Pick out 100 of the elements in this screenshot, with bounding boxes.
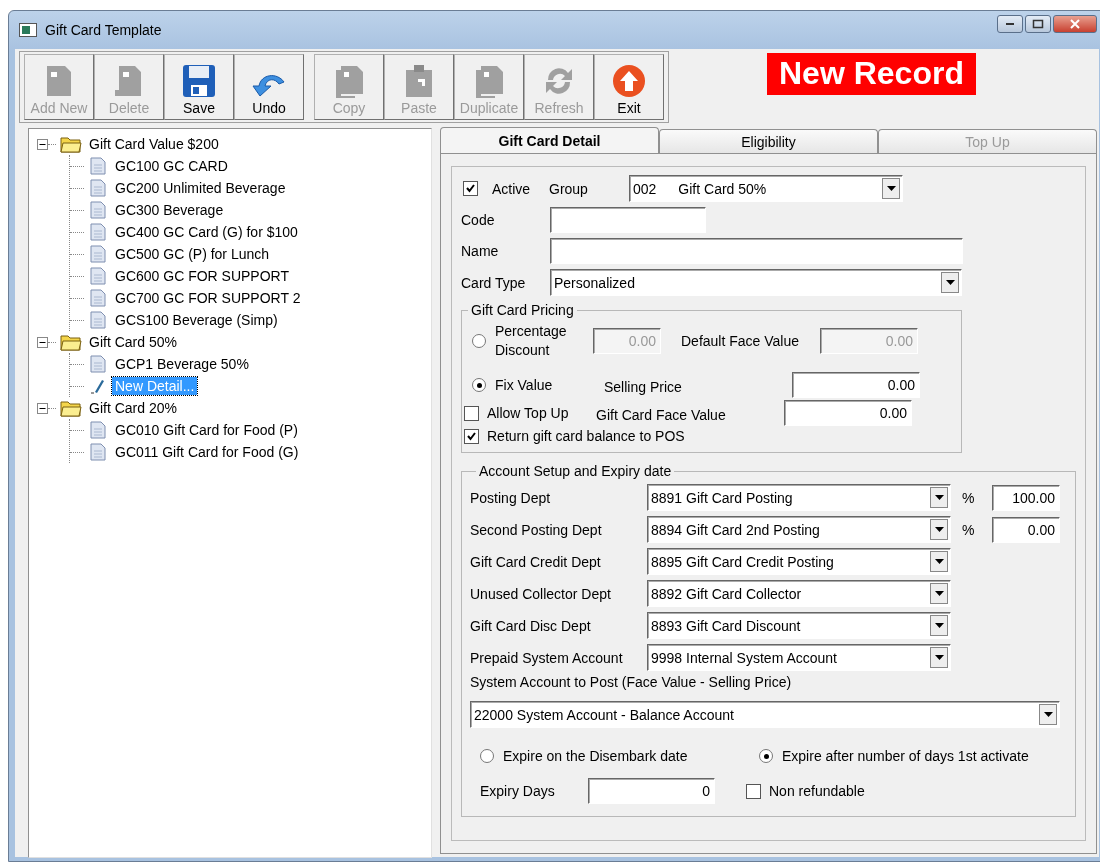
document-icon xyxy=(90,289,106,307)
tree-item[interactable]: GC700 GC FOR SUPPORT 2 xyxy=(112,289,304,307)
minimize-icon xyxy=(1005,22,1015,26)
checkbox-label: Active xyxy=(492,180,531,197)
folder-icon xyxy=(60,333,82,351)
checkbox-label: Non refundable xyxy=(769,783,865,799)
field-label: Second Posting Dept xyxy=(470,521,603,538)
document-icon xyxy=(90,355,106,373)
checkbox[interactable] xyxy=(463,181,478,196)
field-label: Gift Card Disc Dept xyxy=(470,617,592,634)
checkbox[interactable] xyxy=(464,428,479,444)
dept-dropdown[interactable]: 8893 Gift Card Discount xyxy=(647,612,951,639)
collapse-toggle-icon[interactable] xyxy=(37,402,48,414)
card-type-dropdown[interactable]: Personalized xyxy=(550,269,962,296)
dept-dropdown[interactable]: 8892 Gift Card Collector xyxy=(647,580,951,607)
percent-sign: % xyxy=(962,489,976,506)
tree-item[interactable]: GC010 Gift Card for Food (P) xyxy=(112,421,301,439)
maximize-button[interactable] xyxy=(1025,15,1051,33)
tree-item[interactable]: GC200 Unlimited Beverage xyxy=(112,179,289,197)
folder-icon xyxy=(60,399,82,417)
tree-item[interactable]: GC500 GC (P) for Lunch xyxy=(112,245,273,263)
toolbar-button[interactable]: Save xyxy=(164,54,234,120)
field-label: Name xyxy=(461,243,500,259)
field-label: Selling Price xyxy=(604,377,683,395)
percent-sign: % xyxy=(962,521,976,538)
collapse-toggle-icon[interactable] xyxy=(37,138,48,150)
checkbox[interactable] xyxy=(746,783,761,799)
tree-item[interactable]: GCP1 Beverage 50% xyxy=(112,355,252,373)
group-dropdown[interactable]: 002 Gift Card 50% xyxy=(629,175,903,202)
field-label: Expiry Days xyxy=(480,783,556,799)
document-icon xyxy=(90,311,106,329)
minimize-button[interactable] xyxy=(997,15,1023,33)
field-label: Code xyxy=(461,212,496,228)
radio-button[interactable] xyxy=(472,378,486,392)
system-account-dropdown[interactable]: 22000 System Account - Balance Account xyxy=(470,701,1060,728)
document-icon xyxy=(90,179,106,197)
dept-dropdown[interactable]: 8895 Gift Card Credit Posting xyxy=(647,548,951,575)
name-field[interactable] xyxy=(550,238,963,264)
radio-label: Fix Value xyxy=(495,377,554,393)
field-label: Card Type xyxy=(461,274,527,291)
close-button[interactable] xyxy=(1053,15,1097,33)
percent-field[interactable]: 100.00 xyxy=(992,484,1060,511)
group-box-title: Gift Card Pricing xyxy=(470,302,575,318)
dept-dropdown[interactable]: 9998 Internal System Account xyxy=(647,644,951,671)
tree-item[interactable]: GCS100 Beverage (Simp) xyxy=(112,311,281,329)
field-label: Group xyxy=(549,180,589,197)
document-icon xyxy=(90,267,106,285)
tree-item[interactable]: GC600 GC FOR SUPPORT xyxy=(112,267,292,285)
close-icon xyxy=(1069,19,1081,29)
percent-field[interactable]: 0.00 xyxy=(992,516,1060,543)
tree-item[interactable]: GC011 Gift Card for Food (G) xyxy=(112,443,302,461)
field-label: Default Face Value xyxy=(681,333,801,349)
tree-item[interactable]: GC300 Beverage xyxy=(112,201,227,219)
tree-group-label[interactable]: Gift Card Value $200 xyxy=(86,135,222,153)
expiry-days-field[interactable]: 0 xyxy=(588,778,715,804)
selling-price-field[interactable]: 0.00 xyxy=(792,372,920,398)
field-label: Posting Dept xyxy=(470,489,552,506)
field-label: Unused Collector Dept xyxy=(470,585,612,602)
tree-item[interactable]: GC100 GC CARD xyxy=(112,157,231,175)
pencil-icon xyxy=(90,377,106,395)
tree-group-label[interactable]: Gift Card 20% xyxy=(86,399,180,417)
radio-label: Expire on the Disembark date xyxy=(503,748,689,764)
maximize-icon xyxy=(1032,19,1044,29)
radio-label: Percentage Discount xyxy=(495,322,568,360)
document-icon xyxy=(90,157,106,175)
document-icon xyxy=(90,443,106,461)
radio-label: Expire after number of days 1st activate xyxy=(782,748,1029,764)
document-icon xyxy=(90,201,106,219)
toolbar-button[interactable]: Undo xyxy=(234,54,304,120)
field-label: Gift Card Credit Dept xyxy=(470,553,602,570)
checkbox[interactable] xyxy=(464,405,479,421)
field-label: Prepaid System Account xyxy=(470,649,624,666)
checkbox-label: Allow Top Up xyxy=(487,405,570,421)
document-icon xyxy=(90,421,106,439)
tab[interactable]: Gift Card Detail xyxy=(440,127,659,153)
clipboard-icon xyxy=(403,64,435,98)
checkbox-label: Return gift card balance to POS xyxy=(487,428,685,444)
exit-icon xyxy=(612,64,646,98)
document-icon xyxy=(90,245,106,263)
app-icon xyxy=(19,23,37,37)
field-label: System Account to Post (Face Value - Selling Price) xyxy=(470,674,792,690)
code-field[interactable] xyxy=(550,207,706,233)
collapse-toggle-icon[interactable] xyxy=(37,336,48,348)
tree-item[interactable]: GC400 GC Card (G) for $100 xyxy=(112,223,301,241)
dept-dropdown[interactable]: 8891 Gift Card Posting xyxy=(647,484,951,511)
radio-button[interactable] xyxy=(759,749,773,763)
copy-icon xyxy=(333,64,365,98)
radio-button[interactable] xyxy=(480,749,494,763)
window-title: Gift Card Template xyxy=(45,22,163,38)
copy-icon xyxy=(473,64,505,98)
new-record-banner: New Record xyxy=(767,53,976,95)
tree-group-label[interactable]: Gift Card 50% xyxy=(86,333,180,351)
toolbar-button[interactable]: Exit xyxy=(594,54,664,120)
face-value-field[interactable]: 0.00 xyxy=(784,400,912,426)
folder-icon xyxy=(60,135,82,153)
dept-dropdown[interactable]: 8894 Gift Card 2nd Posting xyxy=(647,516,951,543)
document-icon xyxy=(90,223,106,241)
field-label: Gift Card Face Value xyxy=(596,405,727,423)
tab[interactable]: Eligibility xyxy=(659,129,878,153)
group-box-title: Account Setup and Expiry date xyxy=(478,463,673,479)
